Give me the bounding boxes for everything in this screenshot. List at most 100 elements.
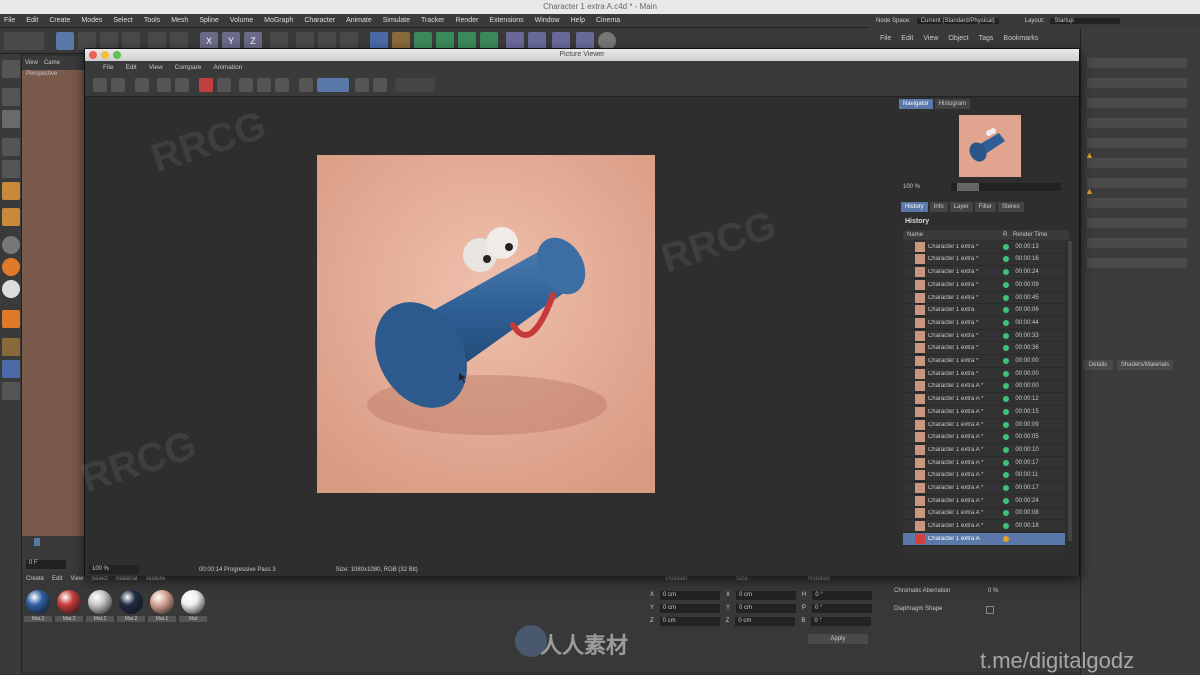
nav-zoom-slider[interactable] xyxy=(951,183,1061,191)
object-row[interactable] xyxy=(1087,178,1187,188)
menu-item-tools[interactable]: Tools xyxy=(144,17,160,24)
lock-workplane-icon[interactable] xyxy=(2,310,20,328)
menu-item-cinema[interactable]: Cinema xyxy=(596,17,620,24)
timeline[interactable]: 0 F xyxy=(22,536,84,572)
material-swatch[interactable]: Mat.2 xyxy=(86,590,114,626)
history-row[interactable]: Character 1 extra A * 00:00:11 xyxy=(903,470,1065,483)
perspective-viewport[interactable] xyxy=(22,56,84,536)
history-row[interactable]: Character 1 extra A * 00:00:24 xyxy=(903,495,1065,508)
material-swatch[interactable]: Mat.2 xyxy=(55,590,83,626)
model-mode-icon[interactable] xyxy=(2,88,20,106)
history-row[interactable]: Character 1 extra * 00:00:00 xyxy=(903,368,1065,381)
rotation-field[interactable]: 0 ° xyxy=(812,603,873,613)
menu-item-extensions[interactable]: Extensions xyxy=(489,17,523,24)
rotation-field[interactable]: 0 ° xyxy=(811,616,872,626)
zoom-tools[interactable] xyxy=(395,78,435,92)
menu-item-mesh[interactable]: Mesh xyxy=(171,17,188,24)
history-scrollbar[interactable] xyxy=(1068,241,1072,541)
object-row[interactable] xyxy=(1087,98,1187,108)
om-menu-object[interactable]: Object xyxy=(948,35,968,42)
history-row[interactable]: Character 1 extra A * 00:00:17 xyxy=(903,457,1065,470)
material-swatch[interactable]: Mat.2 xyxy=(117,590,145,626)
object-row[interactable] xyxy=(1087,198,1187,208)
split-icon[interactable] xyxy=(355,78,369,92)
pv-menu-animation[interactable]: Animation xyxy=(213,64,242,71)
menu-item-edit[interactable]: Edit xyxy=(26,17,38,24)
history-row[interactable]: Character 1 extra A * 00:00:05 xyxy=(903,432,1065,444)
tab-info[interactable]: Info xyxy=(929,202,948,212)
material-menu-create[interactable]: Create xyxy=(26,576,44,586)
col-r[interactable]: R xyxy=(1003,232,1013,238)
maximize-icon[interactable] xyxy=(113,51,121,59)
history-row[interactable]: Character 1 extra A * 00:00:09 xyxy=(903,419,1065,432)
history-row[interactable]: Character 1 extra A xyxy=(903,533,1065,546)
size-field[interactable]: 0 cm xyxy=(736,603,797,613)
material-swatch[interactable]: Mat xyxy=(179,590,207,626)
object-row[interactable] xyxy=(1087,238,1187,248)
close-icon[interactable] xyxy=(89,51,97,59)
menu-item-simulate[interactable]: Simulate xyxy=(383,17,410,24)
om-menu-tags[interactable]: Tags xyxy=(979,35,994,42)
compare-a-icon[interactable] xyxy=(239,78,253,92)
pv-zoom-field[interactable]: 100 % xyxy=(89,565,139,574)
history-row[interactable]: Character 1 extra A * 00:00:10 xyxy=(903,444,1065,457)
menu-item-volume[interactable]: Volume xyxy=(230,17,253,24)
rotation-field[interactable]: 0 ° xyxy=(812,590,873,600)
position-field[interactable]: 0 cm xyxy=(659,616,720,626)
fullscreen-icon[interactable] xyxy=(317,78,349,92)
object-row[interactable] xyxy=(1087,218,1187,228)
history-row[interactable]: Character 1 extra A * 00:00:18 xyxy=(903,520,1065,533)
tab-layer[interactable]: Layer xyxy=(949,202,973,212)
attr-tab-shaders[interactable]: Shaders/Materials xyxy=(1117,360,1173,370)
pv-menu-edit[interactable]: Edit xyxy=(125,64,136,71)
material-menu-material[interactable]: Material xyxy=(116,576,137,586)
chromatic-aberration-field[interactable]: 0 % xyxy=(988,588,998,594)
menu-item-help[interactable]: Help xyxy=(571,17,585,24)
object-row[interactable] xyxy=(1087,78,1187,88)
material-menu-edit[interactable]: Edit xyxy=(52,576,62,586)
undo-button[interactable] xyxy=(4,32,44,50)
history-row[interactable]: Character 1 extra * 00:00:33 xyxy=(903,330,1065,343)
history-row[interactable]: Character 1 extra * 00:00:13 xyxy=(903,241,1065,254)
history-row[interactable]: Character 1 extra * 00:00:45 xyxy=(903,292,1065,305)
open-icon[interactable] xyxy=(93,78,107,92)
layout-select[interactable]: Startup xyxy=(1050,18,1121,24)
history-row[interactable]: Character 1 extra * 00:00:16 xyxy=(903,254,1065,267)
tab-navigator[interactable]: Navigator xyxy=(899,99,933,109)
solo-icon[interactable] xyxy=(2,338,20,356)
pv-menu-compare[interactable]: Compare xyxy=(175,64,202,71)
attr-tab-details[interactable]: Details xyxy=(1083,360,1113,370)
axis-mode-icon[interactable] xyxy=(2,208,20,226)
timeline-playhead[interactable] xyxy=(34,538,40,546)
snap-icon[interactable] xyxy=(2,236,20,254)
history-row[interactable]: Character 1 extra * 00:00:24 xyxy=(903,266,1065,279)
channel-icon[interactable] xyxy=(373,78,387,92)
position-field[interactable]: 0 cm xyxy=(660,603,721,613)
menu-item-modes[interactable]: Modes xyxy=(81,17,102,24)
object-row[interactable] xyxy=(1087,118,1187,128)
tab-filter[interactable]: Filter xyxy=(974,202,997,212)
pv-menu-view[interactable]: View xyxy=(149,64,163,71)
menu-item-window[interactable]: Window xyxy=(535,17,560,24)
crop-icon[interactable] xyxy=(157,78,171,92)
menu-item-file[interactable]: File xyxy=(4,17,15,24)
tweak-icon[interactable] xyxy=(2,382,20,400)
node-space-select[interactable]: Current (Standard/Physical) xyxy=(916,18,999,24)
history-row[interactable]: Character 1 extra * 00:00:36 xyxy=(903,343,1065,356)
viewport-cameras-menu[interactable]: Came xyxy=(44,60,60,66)
render-region-icon[interactable] xyxy=(199,78,213,92)
menu-item-tracker[interactable]: Tracker xyxy=(421,17,444,24)
frame-field[interactable]: 0 F xyxy=(26,560,66,569)
render-image[interactable] xyxy=(317,155,655,493)
fit-icon[interactable] xyxy=(299,78,313,92)
menu-item-animate[interactable]: Animate xyxy=(346,17,372,24)
history-row[interactable]: Character 1 extra A * 00:00:00 xyxy=(903,381,1065,394)
minimize-icon[interactable] xyxy=(101,51,109,59)
diaphragm-shape-checkbox[interactable] xyxy=(986,606,994,614)
texture-mode-icon[interactable] xyxy=(2,110,20,128)
size-field[interactable]: 0 cm xyxy=(736,590,797,600)
menu-item-create[interactable]: Create xyxy=(49,17,70,24)
apply-button[interactable]: Apply xyxy=(808,634,868,644)
tab-stereo[interactable]: Stereo xyxy=(998,202,1024,212)
col-render-time[interactable]: Render Time xyxy=(1013,232,1063,238)
